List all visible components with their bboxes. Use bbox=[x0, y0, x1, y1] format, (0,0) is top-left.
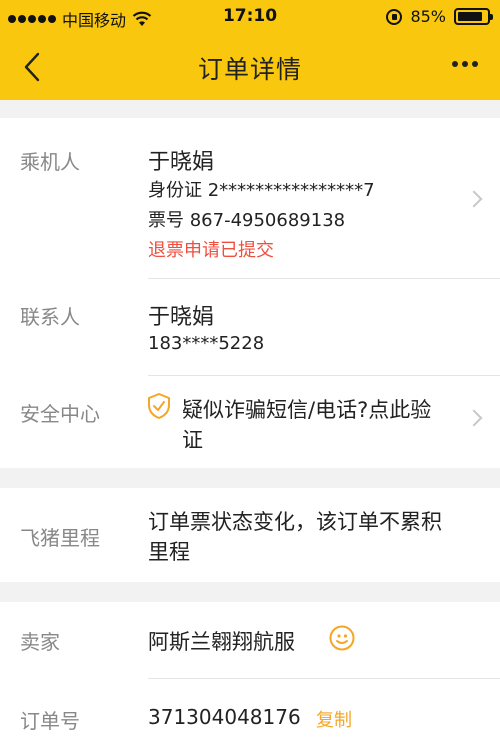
chevron-right-icon bbox=[465, 190, 483, 208]
security-label: 安全中心 bbox=[20, 402, 100, 426]
security-row[interactable]: 安全中心 疑似诈骗短信/电话?点此验 证 bbox=[0, 376, 500, 468]
security-link-line1: 疑似诈骗短信/电话?点此验 bbox=[182, 398, 432, 422]
mileage-text-line1: 订单票状态变化，该订单不累积 bbox=[148, 510, 442, 534]
battery-icon bbox=[454, 8, 493, 25]
seller-label: 卖家 bbox=[20, 630, 60, 654]
shield-icon bbox=[148, 393, 170, 419]
status-bar: 中国移动 17:10 85% bbox=[0, 0, 500, 34]
mileage-label: 飞猪里程 bbox=[20, 526, 100, 550]
contact-phone: 183****5228 bbox=[148, 333, 265, 354]
battery-percent: 85% bbox=[410, 7, 446, 26]
passenger-id: 身份证 2****************7 bbox=[148, 180, 375, 201]
order-label: 订单号 bbox=[20, 709, 80, 733]
mileage-text-line2: 里程 bbox=[148, 540, 190, 564]
contact-row: 联系人 于晓娟 183****5228 bbox=[0, 279, 500, 375]
smiley-chat-icon[interactable] bbox=[328, 624, 356, 652]
more-icon bbox=[452, 61, 458, 67]
security-link-line2: 证 bbox=[182, 428, 203, 452]
order-row: 订单号 371304048176 复制 bbox=[0, 679, 500, 750]
contact-name: 于晓娟 bbox=[148, 305, 215, 330]
more-menu-button[interactable] bbox=[452, 61, 478, 67]
chevron-right-icon bbox=[465, 409, 483, 427]
nav-bar: 订单详情 bbox=[0, 34, 500, 100]
passenger-name: 于晓娟 bbox=[148, 150, 215, 175]
seller-row[interactable]: 卖家 阿斯兰翱翔航服 bbox=[0, 602, 500, 678]
rotation-lock-icon bbox=[386, 8, 403, 25]
refund-status: 退票申请已提交 bbox=[148, 240, 274, 261]
contact-label: 联系人 bbox=[20, 305, 80, 329]
passenger-label: 乘机人 bbox=[20, 150, 80, 174]
page-title: 订单详情 bbox=[197, 55, 302, 84]
copy-button[interactable]: 复制 bbox=[316, 706, 352, 732]
header: 中国移动 17:10 85% 订单详情 bbox=[0, 0, 500, 100]
traveler-section: 乘机人 于晓娟 身份证 2****************7 票号 867-49… bbox=[0, 118, 500, 468]
order-info-section: 卖家 阿斯兰翱翔航服 订单号 371304048176 复制 bbox=[0, 602, 500, 750]
order-number: 371304048176 bbox=[148, 705, 301, 729]
ticket-number: 票号 867-4950689138 bbox=[148, 210, 346, 231]
mileage-section: 飞猪里程 订单票状态变化，该订单不累积 里程 bbox=[0, 488, 500, 582]
seller-name: 阿斯兰翱翔航服 bbox=[148, 630, 295, 654]
passenger-row[interactable]: 乘机人 于晓娟 身份证 2****************7 票号 867-49… bbox=[0, 118, 500, 278]
